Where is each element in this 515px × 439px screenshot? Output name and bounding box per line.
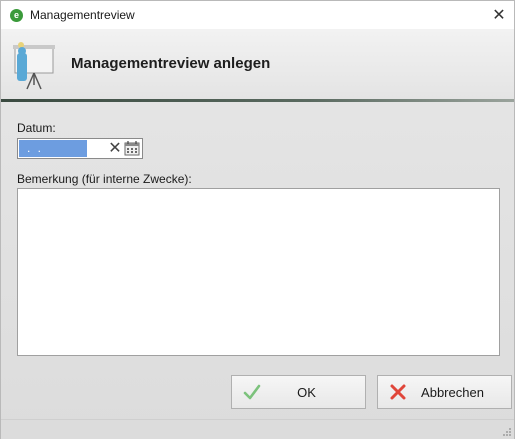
ok-button-label: OK xyxy=(297,384,316,400)
resize-grip-icon[interactable] xyxy=(502,427,512,437)
dialog-window: e Managementreview ✕ Managementreview an… xyxy=(0,0,515,439)
dialog-content: Managementreview anlegen Datum: . . ✕ Be… xyxy=(1,29,514,439)
title-bar[interactable]: e Managementreview ✕ xyxy=(1,1,514,29)
close-button[interactable]: ✕ xyxy=(484,1,514,29)
cancel-x-icon xyxy=(390,384,406,400)
remark-textarea[interactable] xyxy=(17,188,500,356)
status-bar xyxy=(1,419,514,439)
checkmark-icon xyxy=(243,384,261,400)
app-logo-icon: e xyxy=(10,8,23,22)
ok-button[interactable]: OK xyxy=(231,375,366,409)
date-value[interactable]: . . xyxy=(19,140,87,157)
dialog-heading: Managementreview anlegen xyxy=(71,55,271,72)
calendar-icon[interactable] xyxy=(124,141,140,156)
date-input[interactable]: . . ✕ xyxy=(17,138,143,159)
date-label: Datum: xyxy=(17,121,56,135)
header-divider xyxy=(1,99,514,102)
close-icon: ✕ xyxy=(492,7,506,24)
header-band: Managementreview anlegen xyxy=(1,29,514,99)
clear-date-icon[interactable]: ✕ xyxy=(106,139,124,158)
presentation-board-icon xyxy=(13,42,55,90)
cancel-button[interactable]: Abbrechen xyxy=(377,375,512,409)
cancel-button-label: Abbrechen xyxy=(421,384,484,400)
remark-label: Bemerkung (für interne Zwecke): xyxy=(17,172,192,186)
window-title: Managementreview xyxy=(30,8,135,22)
